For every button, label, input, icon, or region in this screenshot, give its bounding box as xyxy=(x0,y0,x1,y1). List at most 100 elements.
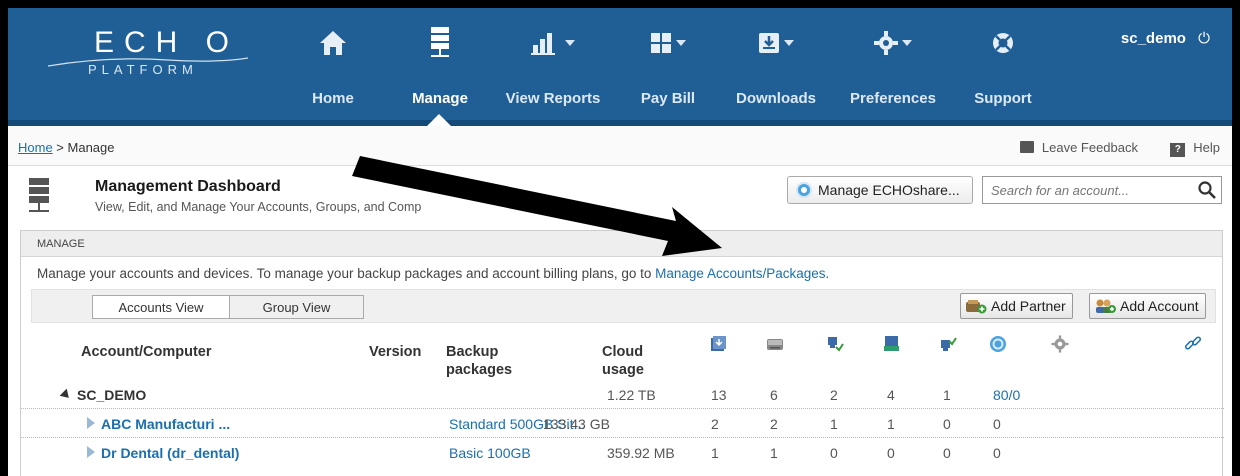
echoshare-icon[interactable] xyxy=(989,335,1007,353)
manage-accounts-packages-link[interactable]: Manage Accounts/Packages. xyxy=(655,266,829,281)
leave-feedback-label: Leave Feedback xyxy=(1041,140,1138,155)
column-header-backup[interactable]: Backup packages xyxy=(446,343,526,379)
add-partner-label: Add Partner xyxy=(991,298,1066,314)
drive-count: 2 xyxy=(770,416,778,432)
search-icon[interactable] xyxy=(1197,180,1217,200)
offline-count: 1 xyxy=(943,387,951,403)
add-partner-button[interactable]: Add Partner xyxy=(960,293,1073,319)
expand-arrow-icon[interactable] xyxy=(87,417,95,429)
breadcrumb-separator: > xyxy=(52,140,68,155)
column-header-cloud[interactable]: Cloud usage xyxy=(602,343,652,379)
help-link[interactable]: ? Help xyxy=(1170,140,1220,157)
nav-downloads-label: Downloads xyxy=(735,90,816,107)
nav-preferences-label: Preferences xyxy=(850,90,936,107)
nav-downloads[interactable]: Downloads xyxy=(726,18,826,113)
account-name[interactable]: ABC Manufacturi ... xyxy=(101,416,230,432)
expand-arrow-icon[interactable] xyxy=(87,446,95,458)
view-tabs: Accounts View Group View xyxy=(92,295,364,319)
view-toolbar: Accounts View Group View Add Partner Add… xyxy=(31,289,1216,323)
echoshare-count[interactable]: 80/0 xyxy=(993,387,1020,403)
page-title: Management Dashboard xyxy=(95,178,281,195)
manage-info-text: Manage your accounts and devices. To man… xyxy=(37,266,829,281)
tab-accounts-view[interactable]: Accounts View xyxy=(93,296,230,318)
tab-group-view[interactable]: Group View xyxy=(230,296,363,318)
nav-manage-label: Manage xyxy=(412,90,468,107)
manage-info-label: Manage your accounts and devices. To man… xyxy=(37,266,656,281)
app-window: ECH O PLATFORM Home Manage View Reports … xyxy=(8,8,1232,476)
computer-offline-icon[interactable] xyxy=(939,335,957,353)
download-icon xyxy=(759,33,779,53)
accounts-table-header: Account/Computer Version Backup packages… xyxy=(21,327,1224,379)
disk-count: 1 xyxy=(887,416,895,432)
backup-sets-icon[interactable] xyxy=(709,335,727,353)
row-account-cell: SC_DEMO xyxy=(59,387,146,403)
disk-count: 4 xyxy=(887,387,895,403)
offline-count: 0 xyxy=(943,445,951,461)
settings-icon[interactable] xyxy=(1051,335,1069,353)
row-account-cell: Dr Dental (dr_dental) xyxy=(87,445,239,461)
online-count: 1 xyxy=(830,416,838,432)
username: sc_demo xyxy=(1120,30,1186,47)
backup-sets-count: 13 xyxy=(711,387,727,403)
computer-online-icon[interactable] xyxy=(826,335,844,353)
breadcrumb-home-link[interactable]: Home xyxy=(18,140,53,155)
table-row[interactable]: ABC Manufacturi ... Standard 500GB Sit..… xyxy=(21,410,1224,438)
backup-package[interactable]: Basic 100GB xyxy=(449,445,531,461)
add-account-button[interactable]: Add Account xyxy=(1089,293,1206,319)
computer-disk-icon[interactable] xyxy=(883,335,901,353)
home-icon xyxy=(320,31,346,55)
nav-view-reports-label: View Reports xyxy=(505,90,601,107)
leave-feedback-link[interactable]: Leave Feedback xyxy=(1019,140,1138,155)
nav-preferences[interactable]: Preferences xyxy=(838,18,948,113)
nav-home[interactable]: Home xyxy=(298,18,368,113)
nav-pay-bill[interactable]: Pay Bill xyxy=(628,18,708,113)
nav-manage[interactable]: Manage xyxy=(400,18,480,113)
echo-platform-logo[interactable]: ECH O PLATFORM xyxy=(48,26,248,86)
chevron-down-icon xyxy=(784,40,794,46)
drive-count: 6 xyxy=(770,387,778,403)
logo-text-platform: PLATFORM xyxy=(88,62,198,77)
row-account-cell: ABC Manufacturi ... xyxy=(87,416,230,432)
link-icon[interactable] xyxy=(1184,335,1202,353)
power-icon[interactable]: ⏻ xyxy=(1198,30,1210,47)
disk-count: 0 xyxy=(887,445,895,461)
grid-icon xyxy=(651,33,671,53)
add-partner-icon xyxy=(966,300,987,314)
account-name[interactable]: Dr Dental (dr_dental) xyxy=(101,445,239,461)
add-account-label: Add Account xyxy=(1120,298,1199,314)
online-count: 2 xyxy=(830,387,838,403)
user-menu[interactable]: sc_demo ⏻ xyxy=(1121,30,1210,47)
chevron-down-icon xyxy=(565,40,575,46)
nav-support-label: Support xyxy=(974,90,1032,107)
table-row[interactable]: SC_DEMO 1.22 TB 13 6 2 4 1 80/0 xyxy=(21,381,1224,409)
nav-pay-bill-label: Pay Bill xyxy=(640,90,696,107)
active-nav-pointer xyxy=(427,114,451,126)
top-navigation-bar: ECH O PLATFORM Home Manage View Reports … xyxy=(8,8,1232,120)
nav-home-label: Home xyxy=(312,90,354,107)
manage-echoshare-button[interactable]: Manage ECHOshare... xyxy=(787,176,973,204)
server-icon xyxy=(29,178,49,212)
nav-view-reports[interactable]: View Reports xyxy=(498,18,608,113)
nav-support[interactable]: Support xyxy=(968,18,1038,113)
collapse-arrow-icon[interactable] xyxy=(59,388,73,402)
panel-heading: MANAGE xyxy=(21,231,1222,257)
gear-icon xyxy=(874,31,898,55)
column-header-version[interactable]: Version xyxy=(369,343,421,361)
help-label: Help xyxy=(1193,140,1220,155)
echoshare-count: 0 xyxy=(993,445,1001,461)
drive-icon[interactable] xyxy=(766,335,784,353)
cloud-usage: 133.43 GB xyxy=(543,416,610,432)
cloud-usage: 359.92 MB xyxy=(607,445,675,461)
column-header-account[interactable]: Account/Computer xyxy=(81,343,212,361)
table-row[interactable]: Dr Dental (dr_dental) Basic 100GB 359.92… xyxy=(21,439,1224,467)
bar-chart-icon xyxy=(531,33,555,55)
echoshare-count: 0 xyxy=(993,416,1001,432)
search-input[interactable] xyxy=(983,177,1188,203)
chevron-down-icon xyxy=(902,40,912,46)
backup-sets-count: 1 xyxy=(711,445,719,461)
breadcrumb: Home > Manage xyxy=(18,140,115,155)
account-search xyxy=(982,176,1222,204)
breadcrumb-bar: Home > Manage Leave Feedback ? Help xyxy=(8,126,1232,166)
offline-count: 0 xyxy=(943,416,951,432)
drive-count: 1 xyxy=(770,445,778,461)
